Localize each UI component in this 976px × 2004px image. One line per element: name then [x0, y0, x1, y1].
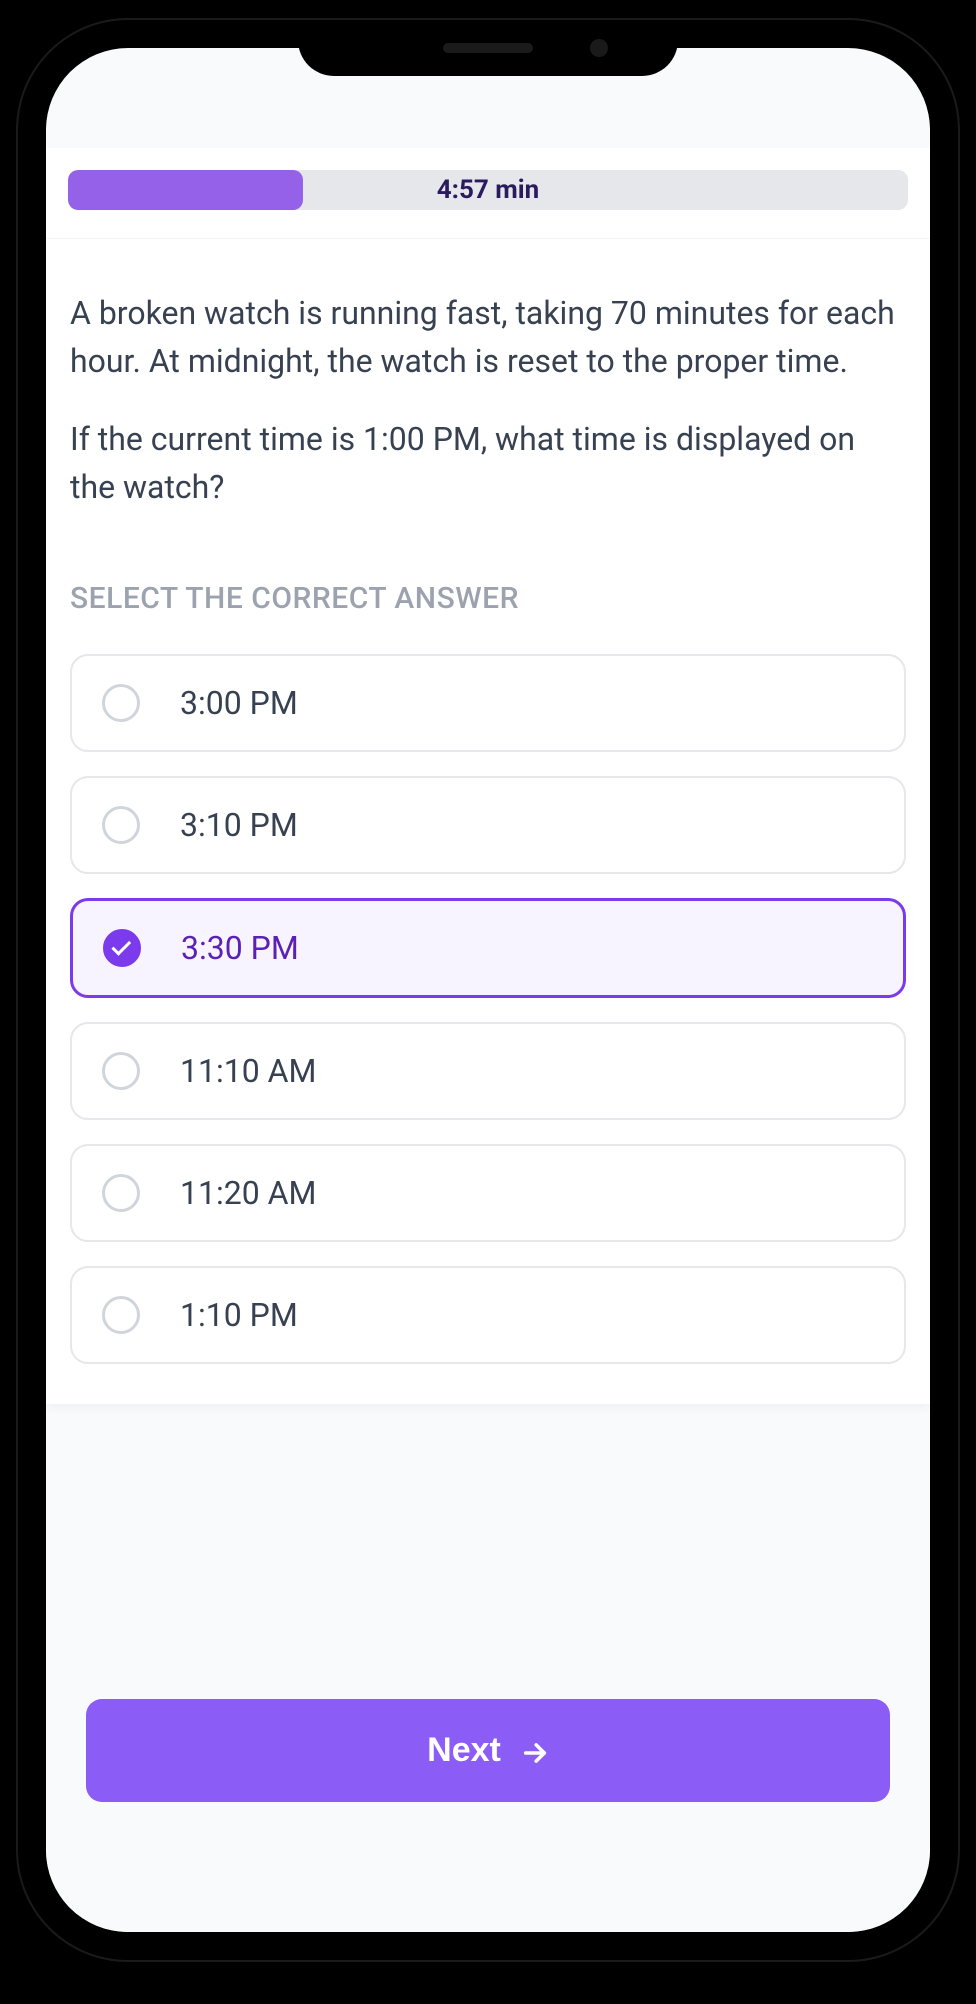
answer-text: 1:10 PM — [180, 1296, 298, 1334]
radio-icon — [102, 806, 140, 844]
question-paragraph-2: If the current time is 1:00 PM, what tim… — [70, 415, 906, 511]
answer-text: 11:10 AM — [180, 1052, 316, 1090]
answer-text: 11:20 AM — [180, 1174, 316, 1212]
question-paragraph-1: A broken watch is running fast, taking 7… — [70, 289, 906, 385]
answer-option-5[interactable]: 1:10 PM — [70, 1266, 906, 1364]
next-button[interactable]: Next — [86, 1699, 890, 1802]
phone-notch — [298, 20, 678, 76]
radio-icon-checked — [103, 929, 141, 967]
answer-list: 3:00 PM 3:10 PM 3:30 PM 11:10 A — [70, 654, 906, 1364]
footer: Next — [46, 1659, 930, 1932]
answer-option-1[interactable]: 3:10 PM — [70, 776, 906, 874]
arrow-right-icon — [521, 1737, 549, 1765]
progress-bar: 4:57 min — [68, 170, 908, 210]
question-card: A broken watch is running fast, taking 7… — [46, 239, 930, 1404]
progress-fill — [68, 170, 303, 210]
timer-display: 4:57 min — [437, 175, 540, 205]
radio-icon — [102, 1052, 140, 1090]
phone-screen: 4:57 min A broken watch is running fast,… — [46, 48, 930, 1932]
radio-icon — [102, 684, 140, 722]
phone-frame: 4:57 min A broken watch is running fast,… — [18, 20, 958, 1960]
radio-icon — [102, 1296, 140, 1334]
answer-option-0[interactable]: 3:00 PM — [70, 654, 906, 752]
answer-text: 3:30 PM — [181, 929, 299, 967]
progress-section: 4:57 min — [46, 148, 930, 239]
answer-section-label: SELECT THE CORRECT ANSWER — [70, 581, 906, 616]
checkmark-icon — [111, 936, 131, 956]
radio-icon — [102, 1174, 140, 1212]
answer-text: 3:00 PM — [180, 684, 298, 722]
answer-text: 3:10 PM — [180, 806, 298, 844]
notch-camera — [590, 39, 608, 57]
notch-speaker — [443, 43, 533, 53]
content-area: 4:57 min A broken watch is running fast,… — [46, 48, 930, 1932]
answer-option-3[interactable]: 11:10 AM — [70, 1022, 906, 1120]
answer-option-4[interactable]: 11:20 AM — [70, 1144, 906, 1242]
next-button-label: Next — [427, 1731, 501, 1770]
answer-option-2[interactable]: 3:30 PM — [70, 898, 906, 998]
